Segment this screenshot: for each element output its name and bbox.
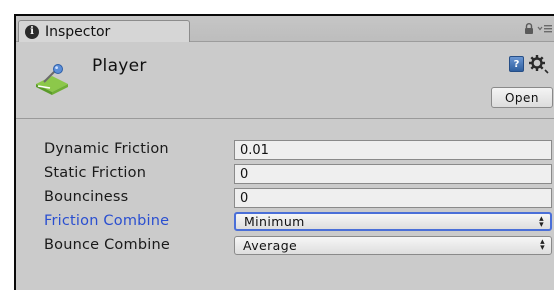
page-margin — [0, 290, 554, 295]
dynamic-friction-field[interactable]: 0.01 — [234, 140, 552, 160]
bounce-combine-dropdown[interactable]: Average ▴ ▾ — [234, 236, 552, 255]
dropdown-arrows-icon: ▴ ▾ — [539, 214, 544, 230]
property-row-static-friction: Static Friction 0 — [16, 163, 554, 185]
inspector-header: Player ? Open — [16, 42, 554, 118]
bounce-combine-label: Bounce Combine — [44, 237, 170, 253]
lock-icon[interactable] — [524, 23, 534, 34]
property-row-dynamic-friction: Dynamic Friction 0.01 — [16, 139, 554, 161]
header-divider — [16, 118, 554, 119]
tab-label: Inspector — [45, 23, 111, 40]
static-friction-label: Static Friction — [44, 165, 147, 181]
dynamic-friction-label: Dynamic Friction — [44, 141, 169, 157]
inspector-window: i Inspector Player ? Open Dynamic Fricti… — [14, 14, 554, 290]
menu-icon[interactable] — [537, 22, 553, 34]
friction-combine-dropdown[interactable]: Minimum ▴ ▾ — [234, 212, 552, 231]
static-friction-field[interactable]: 0 — [234, 164, 552, 184]
tab-inspector[interactable]: i Inspector — [18, 20, 190, 42]
friction-combine-label: Friction Combine — [44, 213, 170, 229]
friction-combine-value: Minimum — [244, 214, 305, 229]
property-row-bounciness: Bounciness 0 — [16, 187, 554, 209]
info-icon: i — [25, 24, 39, 39]
bounciness-field[interactable]: 0 — [234, 188, 552, 208]
physic-material-icon — [36, 64, 68, 95]
bounce-combine-value: Average — [243, 238, 298, 253]
bounciness-label: Bounciness — [44, 189, 129, 205]
object-name: Player — [92, 56, 147, 76]
tab-bar: i Inspector — [16, 16, 554, 42]
property-row-friction-combine: Friction Combine Minimum ▴ ▾ — [16, 211, 554, 233]
property-row-bounce-combine: Bounce Combine Average ▴ ▾ — [16, 235, 554, 257]
open-button[interactable]: Open — [491, 87, 553, 108]
help-icon[interactable]: ? — [509, 56, 524, 72]
dropdown-arrows-icon: ▴ ▾ — [540, 237, 545, 253]
gear-icon[interactable] — [528, 54, 550, 74]
